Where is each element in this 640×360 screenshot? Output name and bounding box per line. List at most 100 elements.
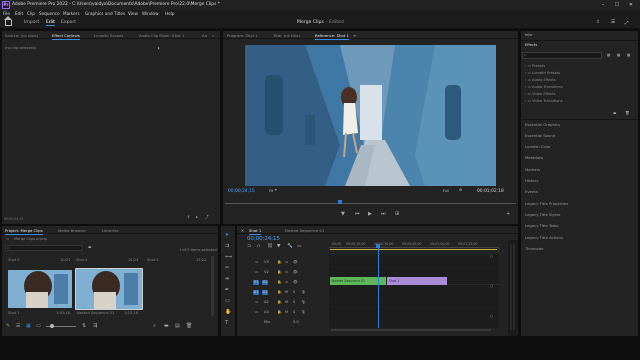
tab-program[interactable]: Program: Shot 1	[227, 33, 258, 38]
lock-icon[interactable]: 🔒	[277, 280, 281, 284]
accelerated-effects-icon[interactable]: ▦	[607, 53, 610, 57]
tab-nested-sequence-01[interactable]: Nested Sequence 01	[285, 228, 324, 233]
captions-icon[interactable]: ▭	[297, 244, 301, 250]
zoom-dropdown-icon[interactable]: ▾	[275, 188, 277, 192]
add-marker-icon[interactable]: ▼	[341, 211, 345, 217]
delete-icon[interactable]: 🗑	[625, 111, 630, 115]
track-select-tool-icon[interactable]: ⇉	[225, 243, 229, 249]
lock-icon[interactable]: 🔒	[277, 290, 281, 294]
close-tab-icon[interactable]: ✕	[241, 228, 244, 233]
tab-source[interactable]: Source: (no clips)	[5, 33, 38, 38]
track-label-v3[interactable]: V3	[264, 260, 269, 264]
panel-lumetri-color[interactable]: Lumetri Color	[525, 144, 551, 149]
lock-icon[interactable]: 🔒	[277, 260, 281, 264]
zoom-level-select[interactable]: Fit	[269, 189, 273, 193]
clip-label-nested-sequence-01[interactable]: Nested Sequence 01	[77, 311, 114, 315]
program-playhead-timecode[interactable]: 00;00;24;15	[228, 189, 255, 194]
find-icon[interactable]: ⌕	[153, 323, 156, 329]
pen-tool-icon[interactable]: ✒	[225, 287, 229, 293]
panel-timecode[interactable]: Timecode	[525, 246, 543, 251]
hand-tool-icon[interactable]: ✋	[225, 309, 231, 315]
sort-icon[interactable]: ⇅	[82, 323, 86, 329]
track-target-a2[interactable]: ▭	[255, 300, 258, 304]
track-target-v3[interactable]: ▭	[255, 260, 258, 264]
track-target-v2[interactable]: ▭	[255, 270, 258, 274]
eye-icon[interactable]: 👁	[293, 260, 298, 264]
panel-legacy-title-styles[interactable]: Legacy Title Styles	[525, 212, 561, 217]
microphone-icon[interactable]: 🎙	[301, 290, 306, 294]
add-marker-timeline-icon[interactable]: ▼	[277, 244, 281, 250]
timeline-horizontal-scroll[interactable]	[331, 329, 491, 331]
new-bin-icon[interactable]: ▬	[164, 323, 169, 329]
panel-events[interactable]: Events	[525, 189, 538, 194]
track-label-v1[interactable]: V1	[262, 280, 268, 285]
timeline-timecode[interactable]: 00;00;24;15	[247, 236, 280, 242]
solo-icon[interactable]: S	[293, 300, 295, 304]
mute-icon[interactable]: M	[285, 290, 288, 294]
lock-icon[interactable]: 🔒	[277, 270, 281, 274]
timeline-clip-shot-1[interactable]: Shot 1	[387, 277, 447, 285]
maximize-icon[interactable]: ☐	[610, 1, 624, 9]
effects-item-video-transitions[interactable]: › ▭ Video Transitions	[525, 99, 563, 103]
panel-markers[interactable]: Markers	[525, 167, 540, 172]
clip-label-shot-2[interactable]: Shot 2	[147, 258, 159, 262]
snap-icon[interactable]: ∩	[257, 244, 260, 250]
new-bin-icon[interactable]: ▬	[613, 111, 616, 115]
track-lanes[interactable]: Nested Sequence 01 Shot 1	[329, 254, 499, 328]
effects-item-video-effects[interactable]: › ▭ Video Effects	[525, 92, 556, 96]
menu-edit[interactable]: Edit	[15, 11, 23, 16]
playhead-line[interactable]	[377, 248, 379, 328]
source-patch-v1[interactable]: V1	[253, 280, 259, 285]
play-only-icon[interactable]: ▸	[196, 215, 198, 219]
panel-essential-graphics[interactable]: Essential Graphics	[525, 122, 560, 127]
effects-item-lumetri-presets[interactable]: › ▭ Lumetri Presets	[525, 71, 560, 75]
clip-label-shot-4[interactable]: Shot 4	[76, 258, 88, 262]
program-playhead-marker[interactable]	[338, 200, 342, 204]
mute-icon[interactable]: M	[285, 300, 288, 304]
razor-tool-icon[interactable]: ✂	[225, 265, 229, 271]
settings-icon[interactable]: ⚙	[459, 188, 462, 192]
sync-icon[interactable]: ▭	[285, 280, 288, 284]
menu-help[interactable]: Help	[165, 11, 175, 16]
list-view-icon[interactable]: ☰	[16, 323, 20, 329]
panel-legacy-title-tools[interactable]: Legacy Title Tools	[525, 223, 558, 228]
tab-title[interactable]: Title: (no title)	[273, 33, 300, 38]
project-scrollbar[interactable]	[211, 256, 214, 316]
linked-selection-icon[interactable]: ⛓	[267, 244, 273, 250]
new-search-bin-icon[interactable]: ▬	[88, 245, 91, 249]
insert-sequence-icon[interactable]: ⊐	[247, 244, 251, 250]
clip-label-shot-3[interactable]: Shot 3	[8, 258, 20, 262]
workspace-export[interactable]: Export	[61, 20, 76, 25]
new-item-icon[interactable]: ▤	[175, 323, 180, 329]
tab-reference[interactable]: Reference: Shot 1	[315, 33, 349, 40]
tab-audio[interactable]: Au	[202, 33, 207, 38]
share-icon[interactable]: ⇪	[596, 20, 600, 25]
effects-search-input[interactable]: ⌕	[522, 52, 602, 59]
panel-menu-icon[interactable]: ≡	[353, 33, 356, 38]
wrench-icon[interactable]: 🔧	[287, 244, 293, 250]
menu-markers[interactable]: Markers	[63, 11, 80, 16]
export-frame-icon[interactable]: ⤴	[205, 215, 209, 220]
effects-item-audio-transitions[interactable]: › ▭ Audio Transitions	[525, 85, 563, 89]
timeline-vertical-scroll[interactable]: ○ ○ ○	[490, 254, 493, 324]
info-panel-label[interactable]: Info	[525, 33, 532, 37]
mix-volume-value[interactable]: 0.0	[293, 320, 299, 324]
track-label-a1[interactable]: A1	[262, 290, 268, 295]
close-icon[interactable]: ✕	[624, 1, 638, 9]
menu-window[interactable]: Window	[142, 11, 159, 16]
menu-clip[interactable]: Clip	[27, 11, 35, 16]
home-icon[interactable]	[4, 16, 12, 26]
32bit-effects-icon[interactable]: ▦	[617, 53, 620, 57]
microphone-icon[interactable]: 🎙	[301, 310, 306, 314]
panel-essential-sound[interactable]: Essential Sound	[525, 133, 555, 138]
project-search-input[interactable]: ⌕	[5, 245, 83, 251]
lock-icon[interactable]: 🔒	[277, 310, 281, 314]
solo-icon[interactable]: S	[293, 290, 295, 294]
panel-legacy-title-actions[interactable]: Legacy Title Actions	[525, 235, 563, 240]
tab-media-browser[interactable]: Media Browser	[58, 228, 86, 233]
slip-tool-icon[interactable]: ⇹	[225, 276, 229, 282]
yuv-effects-icon[interactable]: ▦	[627, 53, 630, 57]
selection-tool-icon[interactable]: ➤	[225, 232, 229, 238]
panel-legacy-title-properties[interactable]: Legacy Title Properties	[525, 201, 568, 206]
track-label-a2[interactable]: A2	[264, 300, 269, 304]
